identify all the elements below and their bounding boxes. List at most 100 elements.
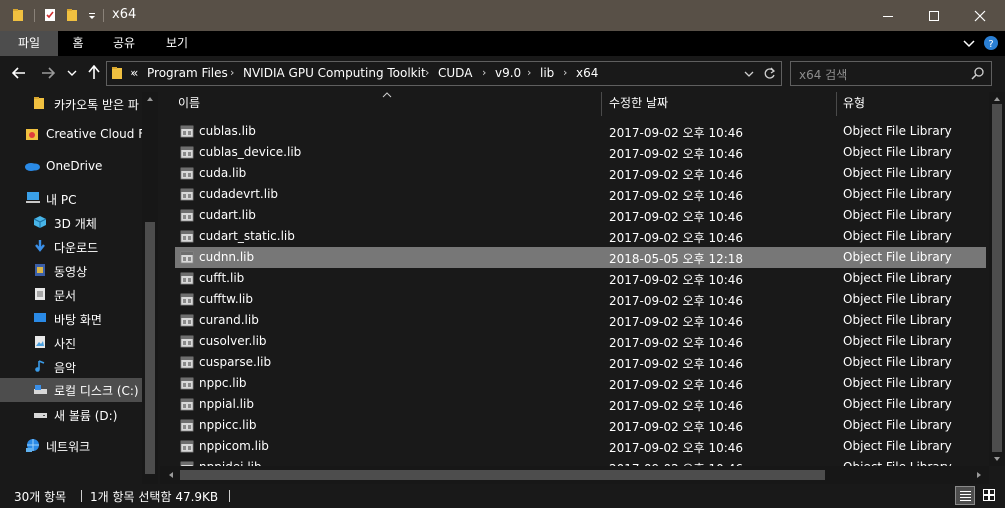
nav-item-videos[interactable]: 동영상 (0, 259, 142, 283)
nav-item-creative-cloud[interactable]: Creative Cloud Fil (0, 123, 151, 147)
nav-item-label: 다운로드 (54, 241, 99, 255)
nav-item-kakaotalk[interactable]: 카카오톡 받은 파 (0, 92, 142, 116)
address-dropdown-icon[interactable] (744, 70, 754, 78)
close-button[interactable] (957, 0, 1003, 31)
breadcrumb-chevron-icon[interactable]: › (563, 66, 567, 79)
tab-share[interactable]: 공유 (100, 31, 148, 56)
file-row[interactable]: cudart.lib 2017-09-02 오후 10:46 Object File… (175, 205, 986, 226)
breadcrumb-chevron-icon[interactable]: › (527, 66, 531, 79)
scroll-up-icon[interactable] (993, 96, 1001, 102)
file-list-vscrollbar[interactable] (989, 92, 1005, 466)
nav-item-local-disk-c[interactable]: 로컬 디스크 (C:) (0, 378, 142, 402)
nav-item-music[interactable]: 음악 (0, 355, 142, 379)
library-file-icon (180, 251, 194, 264)
scroll-right-icon[interactable] (976, 471, 982, 479)
breadcrumb-cuda[interactable]: CUDA (438, 66, 472, 80)
file-name: cudadevrt.lib (199, 187, 279, 201)
maximize-button[interactable] (911, 0, 957, 31)
column-header-type[interactable]: 유형 (843, 92, 865, 116)
file-row[interactable]: curand.lib 2017-09-02 오후 10:46 Object File… (175, 310, 986, 331)
tab-home[interactable]: 홈 (58, 31, 98, 56)
nav-item-label: 내 PC (46, 193, 77, 207)
breadcrumb-chevron-icon[interactable]: › (425, 66, 429, 79)
pictures-icon (35, 336, 45, 348)
breadcrumb-x64[interactable]: x64 (576, 66, 598, 80)
back-arrow-icon[interactable] (12, 66, 26, 80)
title-bar: x64 (0, 0, 1005, 31)
search-icon[interactable] (971, 67, 984, 80)
nav-item-pictures[interactable]: 사진 (0, 331, 142, 355)
file-name: cusolver.lib (199, 334, 267, 348)
nav-item-label: Creative Cloud Fil (46, 127, 151, 141)
nav-item-documents[interactable]: 문서 (0, 283, 142, 307)
breadcrumb-lib[interactable]: lib (540, 66, 554, 80)
column-divider[interactable] (836, 92, 837, 116)
file-row[interactable]: cublas_device.lib 2017-09-02 오후 10:46 Obje… (175, 142, 986, 163)
library-file-icon (180, 314, 194, 327)
nav-item-3d-objects[interactable]: 3D 개체 (0, 211, 142, 235)
nav-item-this-pc[interactable]: 내 PC (0, 187, 142, 211)
nav-item-drive-d[interactable]: 새 볼륨 (D:) (0, 403, 142, 427)
nav-item-onedrive[interactable]: OneDrive (0, 155, 142, 179)
search-placeholder: x64 검색 (799, 68, 848, 82)
breadcrumb-nvidia-toolkit[interactable]: NVIDIA GPU Computing Toolkit (243, 66, 426, 80)
file-row[interactable]: nppicom.lib 2017-09-02 오후 10:46 Object Fil… (175, 436, 986, 457)
status-bar: 30개 항목 1개 항목 선택함 47.9KB (0, 484, 1005, 508)
properties-icon[interactable] (44, 8, 56, 22)
file-row[interactable]: cudart_static.lib 2017-09-02 오후 10:46 Obje… (175, 226, 986, 247)
file-row[interactable]: nppial.lib 2017-09-02 오후 10:46 Object File… (175, 394, 986, 415)
breadcrumb-v9[interactable]: v9.0 (495, 66, 521, 80)
details-view-button[interactable] (955, 486, 975, 505)
breadcrumb-program-files[interactable]: Program Files (147, 66, 228, 80)
file-row[interactable]: cudadevrt.lib 2017-09-02 오후 10:46 Object F… (175, 184, 986, 205)
address-bar[interactable]: › « Program Files › NVIDIA GPU Computing… (106, 61, 782, 86)
tab-view[interactable]: 보기 (150, 31, 204, 56)
expand-ribbon-icon[interactable] (963, 39, 975, 49)
file-row[interactable]: cudnn.lib 2018-05-05 오후 12:18 Object File … (175, 247, 986, 268)
file-row[interactable]: cufftw.lib 2017-09-02 오후 10:46 Object File… (175, 289, 986, 310)
selection-info: 1개 항목 선택함 47.9KB (90, 490, 219, 504)
file-date: 2017-09-02 오후 10:46 (609, 357, 744, 371)
file-row[interactable]: cuda.lib 2017-09-02 오후 10:46 Object File L… (175, 163, 986, 184)
file-row[interactable]: cufft.lib 2017-09-02 오후 10:46 Object File … (175, 268, 986, 289)
help-icon[interactable]: ? (983, 35, 999, 51)
file-type: Object File Library (843, 334, 952, 348)
new-folder-icon[interactable] (66, 8, 78, 22)
nav-scrollbar-thumb[interactable] (145, 222, 155, 474)
minimize-button[interactable] (865, 0, 911, 31)
breadcrumb-overflow[interactable]: « (131, 66, 138, 80)
forward-arrow-icon[interactable] (41, 66, 55, 80)
scroll-down-icon[interactable] (993, 456, 1001, 462)
customize-toolbar-icon[interactable] (87, 8, 97, 22)
large-icons-view-button[interactable] (979, 486, 999, 505)
search-input[interactable]: x64 검색 (790, 61, 992, 86)
nav-scrollbar[interactable] (142, 92, 158, 484)
file-name: nppicc.lib (199, 418, 257, 432)
tab-file[interactable]: 파일 (0, 31, 58, 56)
file-list-vscrollbar-thumb[interactable] (992, 104, 1002, 452)
up-arrow-icon[interactable] (87, 65, 101, 80)
breadcrumb-chevron-icon[interactable]: › (230, 66, 234, 79)
refresh-icon[interactable] (763, 67, 776, 80)
column-header-name[interactable]: 이름 (178, 92, 200, 116)
column-divider[interactable] (601, 92, 602, 116)
nav-item-downloads[interactable]: 다운로드 (0, 235, 142, 259)
nav-item-label: 3D 개체 (54, 217, 97, 231)
recent-locations-icon[interactable] (67, 69, 77, 77)
file-row[interactable]: cublas.lib 2017-09-02 오후 10:46 Object File… (175, 121, 986, 142)
file-row[interactable]: cusparse.lib 2017-09-02 오후 10:46 Object Fi… (175, 352, 986, 373)
file-row[interactable]: nppc.lib 2017-09-02 오후 10:46 Object File L… (175, 373, 986, 394)
file-list-hscrollbar-thumb[interactable] (180, 470, 825, 480)
nav-item-network[interactable]: 네트워크 (0, 434, 142, 458)
scroll-left-icon[interactable] (168, 471, 174, 479)
scroll-up-icon[interactable] (146, 96, 154, 102)
file-list-hscrollbar[interactable] (160, 466, 989, 484)
file-row[interactable]: nppicc.lib 2017-09-02 오후 10:46 Object File… (175, 415, 986, 436)
column-header-date[interactable]: 수정한 날짜 (609, 92, 668, 116)
file-row[interactable]: cusolver.lib 2017-09-02 오후 10:46 Object Fi… (175, 331, 986, 352)
nav-item-label: 로컬 디스크 (C:) (54, 384, 139, 398)
folder-icon[interactable] (12, 8, 24, 22)
nav-item-desktop[interactable]: 바탕 화면 (0, 307, 142, 331)
breadcrumb-chevron-icon[interactable]: › (482, 66, 486, 79)
library-file-icon (180, 377, 194, 390)
